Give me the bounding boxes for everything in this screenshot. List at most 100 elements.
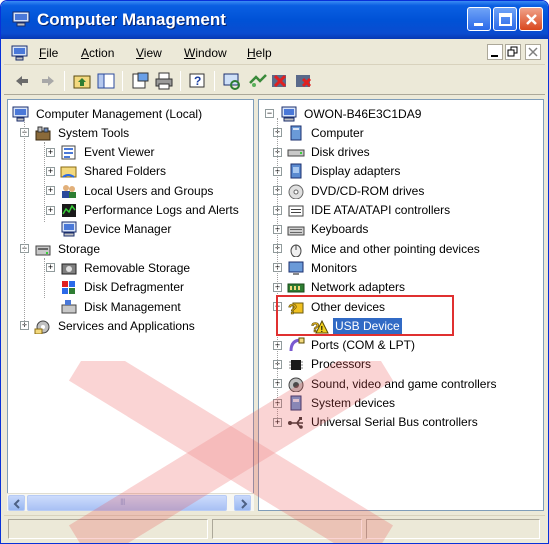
tree-label: Computer Management (Local) <box>36 106 203 121</box>
status-cell <box>212 519 362 539</box>
system-menu-icon[interactable] <box>11 45 29 61</box>
tree-item-sound-video-and-game-controllers[interactable]: + Sound, video and game controllers <box>273 374 498 393</box>
scroll-thumb[interactable]: III <box>27 495 227 511</box>
removable-storage-icon <box>60 260 78 276</box>
tree-item-system-devices[interactable]: + System devices <box>273 394 397 413</box>
tree-item-display-adapters[interactable]: + Display adapters <box>273 162 402 181</box>
mdi-restore-button[interactable] <box>505 44 521 60</box>
tree-connector <box>277 118 278 418</box>
disk-drive-icon <box>287 144 305 160</box>
tree-item-shared-folders[interactable]: + Shared Folders <box>46 162 168 181</box>
menu-help[interactable]: Help <box>247 46 272 60</box>
help-icon[interactable]: ? <box>188 71 208 91</box>
forward-arrow-icon[interactable] <box>38 71 58 91</box>
tree-item-system-tools[interactable]: − System Tools <box>20 123 131 142</box>
uninstall-icon[interactable] <box>270 71 290 91</box>
up-folder-icon[interactable] <box>72 71 92 91</box>
tree-item-ports-com-lpt[interactable]: + Ports (COM & LPT) <box>273 336 417 355</box>
scroll-thumb-grip: III <box>120 497 125 507</box>
services-icon <box>34 318 52 335</box>
menu-action[interactable]: Action <box>81 46 114 60</box>
tree-label: Storage <box>58 241 101 256</box>
device-manager-icon <box>60 221 78 237</box>
tree-item-storage[interactable]: − Storage <box>20 239 102 258</box>
collapse-expander[interactable]: − <box>265 109 274 118</box>
tree-label: Network adapters <box>311 280 406 295</box>
processor-icon <box>287 356 305 372</box>
expand-expander[interactable]: + <box>46 186 55 196</box>
expand-expander[interactable]: + <box>46 166 55 176</box>
expand-expander[interactable]: + <box>46 205 55 215</box>
scroll-left-button[interactable] <box>8 495 25 511</box>
tree-item-keyboards[interactable]: + Keyboards <box>273 220 370 239</box>
display-adapter-icon <box>287 163 305 179</box>
maximize-button[interactable] <box>493 7 517 31</box>
tree-item-processors[interactable]: + Processors <box>273 355 373 374</box>
expand-expander[interactable]: + <box>273 417 282 427</box>
mouse-icon <box>287 241 305 258</box>
tree-item-disk-defragmenter[interactable]: Disk Defragmenter <box>60 278 186 297</box>
tree-connector <box>24 118 25 325</box>
menu-bar: File Action View Window Help <box>4 41 545 65</box>
tree-item-disk-drives[interactable]: + Disk drives <box>273 143 372 162</box>
tree-label: Device Manager <box>84 222 172 237</box>
menu-window[interactable]: Window <box>184 46 227 60</box>
highlight-box <box>276 295 454 336</box>
expand-expander[interactable]: + <box>46 147 55 157</box>
toolbar-separator <box>64 71 65 91</box>
horizontal-scrollbar[interactable]: III <box>7 493 254 511</box>
toolbar-separator <box>122 71 123 91</box>
tree-label: Local Users and Groups <box>84 183 214 198</box>
tree-item-monitors[interactable]: + Monitors <box>273 258 359 277</box>
toolbar-separator <box>180 71 181 91</box>
tree-root-computer-management[interactable]: Computer Management (Local) <box>12 104 204 123</box>
tree-label: Performance Logs and Alerts <box>84 203 239 217</box>
tree-item-disk-management[interactable]: Disk Management <box>60 297 183 316</box>
sound-icon <box>287 376 305 393</box>
ide-controller-icon <box>287 202 305 218</box>
port-icon <box>287 337 305 353</box>
cdrom-icon <box>287 183 305 200</box>
tree-item-device-manager[interactable]: Device Manager <box>60 220 173 239</box>
show-hide-tree-icon[interactable] <box>96 71 116 91</box>
tree-item-ide-ata-atapi-controllers[interactable]: + IDE ATA/ATAPI controllers <box>273 201 452 220</box>
tree-label: IDE ATA/ATAPI controllers <box>311 203 451 217</box>
tree-label: Universal Serial Bus controllers <box>311 415 478 430</box>
status-cell <box>8 519 208 539</box>
menu-file[interactable]: File <box>39 46 58 60</box>
tree-item-computer[interactable]: + Computer <box>273 123 366 142</box>
tree-item-performance-logs-and-alerts[interactable]: + Performance Logs and Alerts <box>46 201 241 220</box>
toolbox-icon <box>34 125 52 141</box>
minimize-button[interactable] <box>467 7 491 31</box>
close-button[interactable] <box>519 7 543 31</box>
properties-icon[interactable] <box>130 71 150 91</box>
toolbar-separator <box>214 71 215 91</box>
title-bar[interactable]: Computer Management <box>1 1 548 39</box>
scroll-right-button[interactable] <box>234 495 251 511</box>
tree-label: Event Viewer <box>84 145 155 160</box>
mdi-controls <box>487 44 547 62</box>
console-tree-pane[interactable]: Computer Management (Local) − System Tool… <box>7 99 254 511</box>
update-driver-icon[interactable] <box>248 71 268 91</box>
tree-item-event-viewer[interactable]: + Event Viewer <box>46 143 156 162</box>
mdi-minimize-button[interactable] <box>487 44 503 60</box>
tree-item-local-users-and-groups[interactable]: + Local Users and Groups <box>46 181 215 200</box>
tree-item-removable-storage[interactable]: + Removable Storage <box>46 258 192 277</box>
tree-item-network-adapters[interactable]: + Network adapters <box>273 278 407 297</box>
disable-icon[interactable] <box>294 71 314 91</box>
scan-hardware-icon[interactable] <box>222 71 242 91</box>
print-icon[interactable] <box>154 71 174 91</box>
tree-item-mice-and-other-pointing-devices[interactable]: + Mice and other pointing devices <box>273 239 482 258</box>
tree-connector <box>44 142 45 222</box>
back-arrow-icon[interactable] <box>12 71 32 91</box>
expand-expander[interactable]: + <box>46 263 55 273</box>
mdi-close-button[interactable] <box>525 44 541 60</box>
tree-item-dvd-cd-rom-drives[interactable]: + DVD/CD-ROM drives <box>273 181 426 200</box>
tree-item-universal-serial-bus-controllers[interactable]: + Universal Serial Bus controllers <box>273 413 480 432</box>
tree-item-services-and-applications[interactable]: + Services and Applications <box>20 316 197 335</box>
tree-root-computer-name[interactable]: − OWON-B46E3C1DA9 <box>265 104 423 123</box>
tree-label: OWON-B46E3C1DA9 <box>304 106 422 121</box>
menu-view[interactable]: View <box>136 46 162 60</box>
event-viewer-icon <box>60 144 78 160</box>
tree-label: Monitors <box>311 260 358 275</box>
